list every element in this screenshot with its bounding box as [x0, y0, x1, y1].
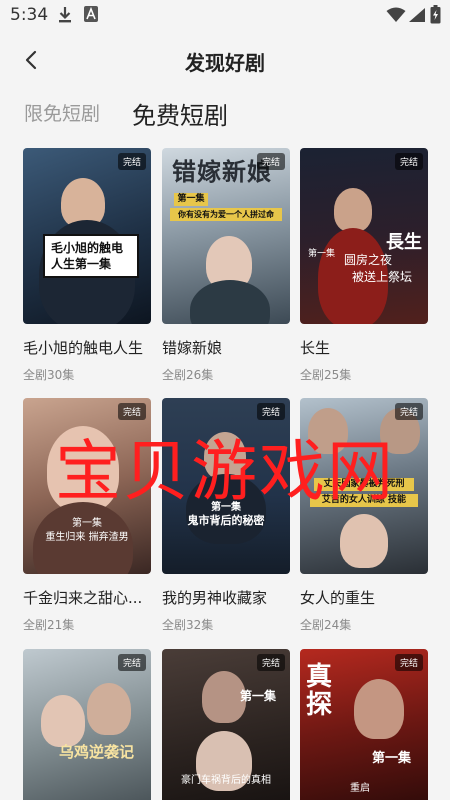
poster-line: 被送上祭坛 [352, 270, 413, 284]
drama-card[interactable]: 毛小旭的触电人生第一集 完结 毛小旭的触电人生 全剧30集 [23, 148, 151, 383]
poster-logo: 乌鸡逆袭记 [59, 743, 135, 761]
status-badge: 完结 [256, 403, 285, 420]
drama-poster: 乌鸡逆袭记 完结 [23, 649, 151, 800]
drama-poster: 真探 第一集 重启 完结 [300, 649, 428, 800]
poster-line: 鬼市背后的秘密 [187, 514, 265, 527]
status-time: 5:34 [10, 5, 49, 25]
poster-line: 第一集 [308, 249, 336, 259]
drama-card[interactable]: 丈夫因家暴被判死刑 艾吉的女人训练 技能 完结 女人的重生 全剧24集 [300, 398, 428, 633]
poster-line: 重生归来 揣弃渣男 [45, 532, 129, 543]
poster-line: 第一集 [211, 502, 241, 513]
poster-line: 重启 [350, 783, 370, 794]
poster-band: 丈夫因家暴被判死刑 [314, 478, 414, 491]
drama-title: 女人的重生 [300, 589, 376, 607]
status-badge: 完结 [256, 654, 285, 671]
drama-title: 毛小旭的触电人生 [23, 339, 144, 357]
episode-count: 全剧30集 [23, 368, 75, 382]
status-badge: 完结 [117, 153, 146, 170]
poster-logo: 真探 [306, 662, 333, 720]
status-badge: 完结 [256, 153, 285, 170]
poster-line: 第一集 [240, 689, 277, 703]
poster-line: 圆房之夜 [344, 253, 393, 267]
status-bar: 5:34 [0, 0, 450, 32]
episode-count: 全剧32集 [162, 618, 214, 632]
drama-card[interactable]: 第一集 重生归来 揣弃渣男 完结 千金归来之甜心... 全剧21集 [23, 398, 151, 633]
poster-figure [41, 695, 85, 747]
signal-icon [409, 8, 425, 22]
a-letter-icon [84, 6, 98, 22]
poster-figure [47, 426, 119, 512]
poster-band: 艾吉的女人训练 技能 [310, 494, 418, 507]
poster-caption: 毛小旭的触电人生第一集 [43, 234, 139, 278]
wifi-icon [386, 7, 406, 22]
poster-figure [204, 432, 246, 480]
episode-count: 全剧24集 [300, 618, 352, 632]
drama-title: 我的男神收藏家 [162, 589, 268, 607]
tab-limited-free[interactable]: 限免短剧 [24, 99, 100, 126]
poster-figure [354, 679, 404, 739]
drama-card[interactable]: 第一集 鬼市背后的秘密 完结 我的男神收藏家 全剧32集 [162, 398, 290, 633]
page: 5:34 发现好剧 限免短剧 免费短剧 毛小旭的触电人生第一集 完结 毛小旭的触… [0, 0, 450, 800]
drama-title: 千金归来之甜心... [23, 589, 143, 607]
drama-card[interactable]: 错嫁新娘 第一集 你有没有为爱一个人拼过命 完结 错嫁新娘 全剧26集 [162, 148, 290, 383]
drama-title: 长生 [300, 339, 331, 357]
battery-icon [430, 5, 441, 24]
episode-count: 全剧25集 [300, 368, 352, 382]
status-badge: 完结 [117, 654, 146, 671]
drama-poster: 第一集 重生归来 揣弃渣男 完结 [23, 398, 151, 574]
drama-card[interactable]: 第一集 豪门车祸背后的真相 完结 [162, 649, 290, 800]
poster-line: 第一集 [72, 518, 102, 529]
drama-poster: 第一集 鬼市背后的秘密 完结 [162, 398, 290, 574]
drama-poster: 毛小旭的触电人生第一集 完结 [23, 148, 151, 324]
download-icon [59, 7, 71, 23]
episode-count: 全剧26集 [162, 368, 214, 382]
drama-poster: 長生 第一集 圆房之夜 被送上祭坛 完结 [300, 148, 428, 324]
status-badge: 完结 [117, 403, 146, 420]
status-badge: 完结 [394, 654, 423, 671]
drama-card[interactable]: 長生 第一集 圆房之夜 被送上祭坛 完结 长生 全剧25集 [300, 148, 428, 383]
drama-poster: 丈夫因家暴被判死刑 艾吉的女人训练 技能 完结 [300, 398, 428, 574]
poster-figure [87, 683, 131, 735]
tab-free[interactable]: 免费短剧 [132, 96, 228, 131]
poster-line: 豪门车祸背后的真相 [181, 775, 271, 786]
episode-count: 全剧21集 [23, 618, 75, 632]
page-title: 发现好剧 [185, 51, 265, 75]
drama-poster: 错嫁新娘 第一集 你有没有为爱一个人拼过命 完结 [162, 148, 290, 324]
poster-figure [190, 280, 270, 324]
poster-figure [308, 408, 348, 454]
poster-line: 第一集 [372, 751, 412, 766]
drama-poster: 第一集 豪门车祸背后的真相 完结 [162, 649, 290, 800]
status-badge: 完结 [394, 403, 423, 420]
drama-title: 错嫁新娘 [162, 339, 223, 357]
drama-card[interactable]: 乌鸡逆袭记 完结 [23, 649, 151, 800]
poster-figure [334, 188, 372, 232]
drama-card[interactable]: 真探 第一集 重启 完结 [300, 649, 428, 800]
status-badge: 完结 [394, 153, 423, 170]
poster-band: 第一集 [174, 193, 208, 206]
poster-figure [340, 514, 388, 568]
poster-band: 你有没有为爱一个人拼过命 [170, 208, 282, 221]
